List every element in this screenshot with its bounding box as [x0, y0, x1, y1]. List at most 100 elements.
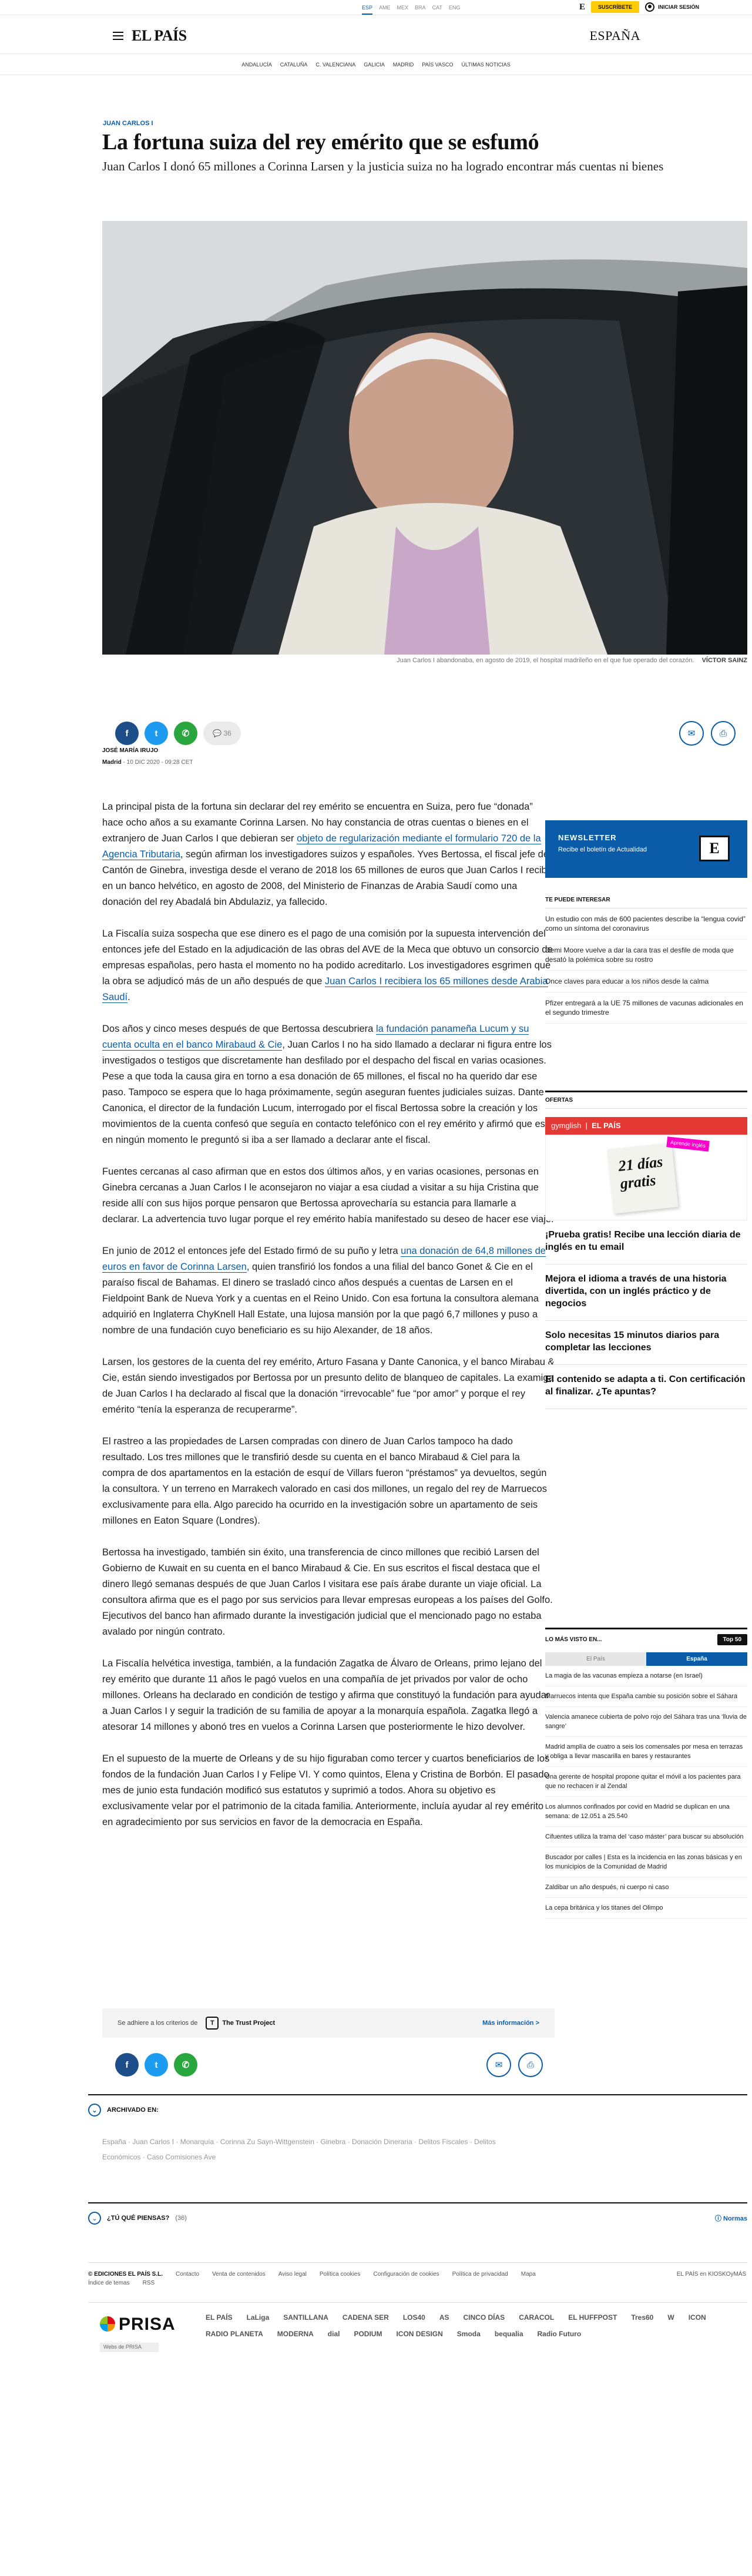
footer-link[interactable]: EL PAÍS en KIOSKOyMÁS [677, 2271, 746, 2278]
list-item[interactable]: Un estudio con más de 600 pacientes desc… [545, 908, 747, 940]
nav-item-valenciana[interactable]: C. VALENCIANA [315, 62, 355, 68]
gymglish-promo-image[interactable]: 21 días gratis Aprende inglés [545, 1135, 747, 1220]
print-icon[interactable]: ⎙ [711, 721, 736, 746]
brand-logo[interactable]: CINCO DÍAS [464, 2313, 505, 2322]
brand-logo[interactable]: CARACOL [519, 2313, 554, 2322]
list-item[interactable]: Buscador por calles | Esta es la inciden… [545, 1847, 747, 1877]
edition-esp[interactable]: ESP [362, 5, 373, 15]
newsletter-box[interactable]: NEWSLETTER Recibe el boletín de Actualid… [545, 820, 747, 878]
chevron-down-icon[interactable]: ⌄ [88, 2212, 101, 2225]
brand-logo[interactable]: PODIUM [354, 2330, 382, 2338]
footer-link[interactable]: RSS [143, 2280, 155, 2286]
brand-logo[interactable]: AS [439, 2313, 449, 2322]
tab-espana[interactable]: España [646, 1652, 747, 1666]
brand-logo[interactable]: CADENA SER [343, 2313, 389, 2322]
top50-button[interactable]: Top 50 [717, 1634, 747, 1645]
nav-item-pais-vasco[interactable]: PAÍS VASCO [422, 62, 453, 68]
nav-item-andalucia[interactable]: ANDALUCÍA [241, 62, 272, 68]
list-item[interactable]: La magia de las vacunas empieza a notars… [545, 1666, 747, 1686]
offer-item[interactable]: El contenido se adapta a ti. Con certifi… [545, 1365, 747, 1409]
email-icon[interactable]: ✉ [486, 2052, 511, 2077]
tag[interactable]: Caso Comisiones Ave [147, 2153, 216, 2161]
tab-el-pais[interactable]: El País [545, 1652, 646, 1666]
edition-bra[interactable]: BRA [415, 5, 426, 15]
nav-item-ultimas[interactable]: ÚLTIMAS NOTICIAS [461, 62, 510, 68]
tag[interactable]: Juan Carlos I [132, 2138, 180, 2146]
offer-item[interactable]: ¡Prueba gratis! Recibe una lección diari… [545, 1220, 747, 1264]
nav-item-galicia[interactable]: GALICIA [364, 62, 385, 68]
gymglish-header[interactable]: gymglish | EL PAÍS [545, 1117, 747, 1135]
brand-logo[interactable]: SANTILLANA [283, 2313, 328, 2322]
brand-logo[interactable]: RADIO PLANETA [206, 2330, 263, 2338]
prisa-logo[interactable]: PRISA [100, 2315, 176, 2334]
edition-eng[interactable]: ENG [449, 5, 461, 15]
edition-name[interactable]: ESPAÑA [589, 28, 640, 43]
brand-logo[interactable]: Tres60 [631, 2313, 653, 2322]
list-item[interactable]: Cifuentes utiliza la trama del ‘caso más… [545, 1827, 747, 1847]
facebook-share-icon[interactable]: f [115, 722, 139, 745]
brand-logo[interactable]: LOS40 [403, 2313, 425, 2322]
article-kicker[interactable]: JUAN CARLOS I [103, 120, 153, 127]
list-item[interactable]: Demi Moore vuelve a dar la cara tras el … [545, 940, 747, 971]
brand-logo[interactable]: EL PAÍS [206, 2313, 233, 2322]
login-button[interactable]: INICIAR SESIÓN [644, 2, 699, 12]
list-item[interactable]: Marruecos intenta que España cambie su p… [545, 1686, 747, 1707]
tag[interactable]: Donación Dineraria [352, 2138, 418, 2146]
brand-logo[interactable]: Radio Futuro [538, 2330, 582, 2338]
author[interactable]: JOSÉ MARÍA IRUJO [102, 747, 158, 754]
brand-logo[interactable]: W [667, 2313, 674, 2322]
list-item[interactable]: Pfizer entregará a la UE 75 millones de … [545, 992, 747, 1024]
footer-link[interactable]: Política cookies [320, 2271, 360, 2278]
footer-link[interactable]: Índice de temas [88, 2280, 130, 2286]
tag[interactable]: España [102, 2138, 132, 2146]
more-info-link[interactable]: Más información > [482, 2020, 539, 2027]
tag[interactable]: Corinna Zu Sayn-Wittgenstein [220, 2138, 321, 2146]
site-logo[interactable]: EL PAÍS [132, 27, 187, 45]
whatsapp-share-icon[interactable]: ✆ [174, 722, 197, 745]
chevron-down-icon[interactable]: ⌄ [88, 2104, 101, 2117]
footer-link[interactable]: Mapa [521, 2271, 536, 2278]
whatsapp-share-icon[interactable]: ✆ [174, 2053, 197, 2077]
offer-item[interactable]: Mejora el idioma a través de una histori… [545, 1264, 747, 1321]
norms-link[interactable]: ⓘ Normas [715, 2213, 747, 2223]
brand-logo[interactable]: ICON DESIGN [396, 2330, 442, 2338]
footer-link[interactable]: Contacto [176, 2271, 199, 2278]
twitter-share-icon[interactable]: t [145, 2053, 168, 2077]
menu-icon[interactable] [113, 32, 123, 42]
twitter-share-icon[interactable]: t [145, 722, 168, 745]
footer-link[interactable]: Venta de contenidos [212, 2271, 266, 2278]
edition-cat[interactable]: CAT [432, 5, 442, 15]
list-item[interactable]: Una gerente de hospital propone quitar e… [545, 1767, 747, 1797]
article-title: La fortuna suiza del rey emérito que se … [102, 130, 539, 155]
brand-logo[interactable]: MODERNA [277, 2330, 314, 2338]
list-item[interactable]: Valencia amanece cubierta de polvo rojo … [545, 1707, 747, 1737]
comments-count-button[interactable]: 💬 36 [203, 722, 241, 745]
facebook-share-icon[interactable]: f [115, 2053, 139, 2077]
brand-logo[interactable]: Smoda [457, 2330, 481, 2338]
brand-logo[interactable]: dial [328, 2330, 340, 2338]
nav-item-cataluna[interactable]: CATALUÑA [280, 62, 308, 68]
subscribe-button[interactable]: SUSCRÍBETE [590, 1, 639, 13]
email-icon[interactable]: ✉ [679, 721, 704, 746]
print-icon[interactable]: ⎙ [518, 2052, 543, 2077]
footer-link[interactable]: Política de privacidad [452, 2271, 508, 2278]
edition-mex[interactable]: MEX [397, 5, 409, 15]
list-item[interactable]: La cepa británica y los titanes del Olim… [545, 1898, 747, 1918]
tag[interactable]: Monarquía [180, 2138, 220, 2146]
footer-link[interactable]: Configuración de cookies [373, 2271, 439, 2278]
list-item[interactable]: Madrid amplía de cuatro a seis los comen… [545, 1737, 747, 1767]
list-item[interactable]: Los alumnos confinados por covid en Madr… [545, 1797, 747, 1827]
brand-logo[interactable]: bequalia [495, 2330, 523, 2338]
brand-logo[interactable]: ICON [689, 2313, 706, 2322]
offer-item[interactable]: Solo necesitas 15 minutos diarios para c… [545, 1321, 747, 1365]
brand-logo[interactable]: LaLiga [247, 2313, 270, 2322]
list-item[interactable]: Once claves para educar a los niños desd… [545, 971, 747, 992]
footer-link[interactable]: Aviso legal [278, 2271, 307, 2278]
edition-ame[interactable]: AME [379, 5, 391, 15]
tag[interactable]: Ginebra [321, 2138, 352, 2146]
brand-logo[interactable]: EL HUFFPOST [568, 2313, 617, 2322]
prisa-sites-select[interactable]: Webs de PRISA [100, 2343, 159, 2352]
tag[interactable]: Delitos Fiscales [418, 2138, 474, 2146]
list-item[interactable]: Zaldibar un año después, ni cuerpo ni ca… [545, 1877, 747, 1898]
nav-item-madrid[interactable]: MADRID [393, 62, 414, 68]
